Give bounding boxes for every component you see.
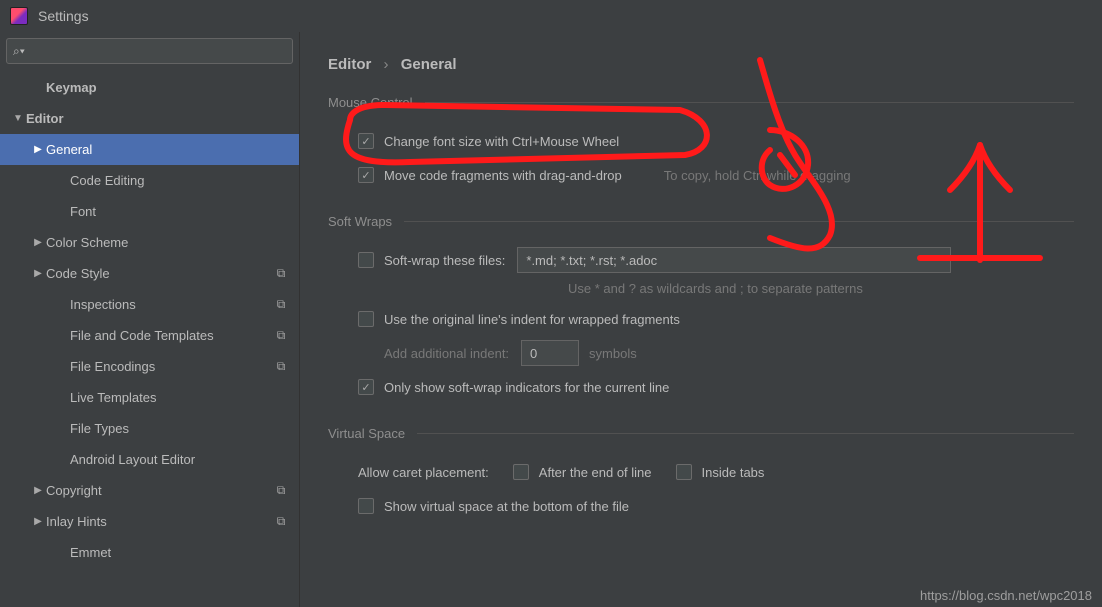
window-title: Settings	[38, 8, 89, 24]
section-title-label: Mouse Control	[328, 95, 413, 110]
label-show-virtual-space: Show virtual space at the bottom of the …	[384, 499, 629, 514]
section-title-label: Soft Wraps	[328, 214, 392, 229]
watermark: https://blog.csdn.net/wpc2018	[920, 588, 1092, 603]
sidebar-item-color-scheme[interactable]: ▶Color Scheme	[0, 227, 299, 258]
titlebar: Settings	[0, 0, 1102, 32]
checkbox-original-indent[interactable]	[358, 311, 374, 327]
breadcrumb-leaf: General	[401, 56, 457, 73]
breadcrumb: Editor › General	[328, 56, 1074, 73]
chevron-right-icon[interactable]: ▶	[30, 266, 46, 282]
project-scope-icon: ⧉	[273, 297, 289, 313]
sidebar-item-label: Editor	[26, 111, 299, 126]
sidebar-item-android-layout-editor[interactable]: Android Layout Editor	[0, 444, 299, 475]
label-soft-wrap-files: Soft-wrap these files:	[384, 253, 505, 268]
settings-search-input[interactable]	[6, 38, 293, 64]
label-original-indent: Use the original line's indent for wrapp…	[384, 312, 680, 327]
sidebar-item-label: File Encodings	[70, 359, 273, 374]
sidebar-item-label: Font	[70, 204, 299, 219]
checkbox-move-code-fragments[interactable]: ✓	[358, 167, 374, 183]
label-symbols: symbols	[589, 346, 637, 361]
soft-wrap-patterns-input[interactable]	[517, 247, 951, 273]
section-title-label: Virtual Space	[328, 426, 405, 441]
checkbox-after-eol[interactable]	[513, 464, 529, 480]
sidebar-item-copyright[interactable]: ▶Copyright⧉	[0, 475, 299, 506]
arrow-spacer	[54, 421, 70, 437]
checkbox-only-show-indicators[interactable]: ✓	[358, 379, 374, 395]
label-change-font-size: Change font size with Ctrl+Mouse Wheel	[384, 134, 619, 149]
arrow-spacer	[54, 328, 70, 344]
arrow-spacer	[54, 452, 70, 468]
checkbox-change-font-size[interactable]: ✓	[358, 133, 374, 149]
label-only-show-indicators: Only show soft-wrap indicators for the c…	[384, 380, 669, 395]
sidebar-item-font[interactable]: Font	[0, 196, 299, 227]
label-additional-indent: Add additional indent:	[384, 346, 509, 361]
sidebar-item-code-style[interactable]: ▶Code Style⧉	[0, 258, 299, 289]
project-scope-icon: ⧉	[273, 483, 289, 499]
sidebar-item-label: Inlay Hints	[46, 514, 273, 529]
sidebar-item-label: Inspections	[70, 297, 273, 312]
sidebar-item-label: Keymap	[46, 80, 299, 95]
sidebar-item-editor[interactable]: ▼Editor	[0, 103, 299, 134]
hint-hold-ctrl: To copy, hold Ctrl while dragging	[664, 168, 851, 183]
project-scope-icon: ⧉	[273, 359, 289, 375]
sidebar-item-inspections[interactable]: Inspections⧉	[0, 289, 299, 320]
sidebar-item-label: File and Code Templates	[70, 328, 273, 343]
label-after-eol: After the end of line	[539, 465, 652, 480]
chevron-right-icon[interactable]: ▶	[30, 142, 46, 158]
sidebar: Keymap▼Editor▶GeneralCode EditingFont▶Co…	[0, 32, 300, 607]
sidebar-item-keymap[interactable]: Keymap	[0, 72, 299, 103]
sidebar-item-file-and-code-templates[interactable]: File and Code Templates⧉	[0, 320, 299, 351]
arrow-spacer	[54, 173, 70, 189]
chevron-right-icon[interactable]: ▶	[30, 483, 46, 499]
checkbox-soft-wrap-files[interactable]	[358, 252, 374, 268]
label-allow-caret: Allow caret placement:	[358, 465, 489, 480]
section-virtual-space: Virtual Space	[328, 426, 1074, 441]
sidebar-item-label: Copyright	[46, 483, 273, 498]
sidebar-item-emmet[interactable]: Emmet	[0, 537, 299, 568]
content-panel: Editor › General Mouse Control ✓ Change …	[300, 32, 1102, 607]
wildcard-caption: Use * and ? as wildcards and ; to separa…	[328, 281, 1074, 296]
additional-indent-input[interactable]	[521, 340, 579, 366]
label-inside-tabs: Inside tabs	[702, 465, 765, 480]
arrow-spacer	[54, 390, 70, 406]
section-mouse-control: Mouse Control	[328, 95, 1074, 110]
sidebar-item-code-editing[interactable]: Code Editing	[0, 165, 299, 196]
sidebar-item-label: Live Templates	[70, 390, 299, 405]
arrow-spacer	[54, 204, 70, 220]
checkbox-inside-tabs[interactable]	[676, 464, 692, 480]
sidebar-item-general[interactable]: ▶General	[0, 134, 299, 165]
chevron-down-icon[interactable]: ▼	[10, 111, 26, 127]
settings-tree: Keymap▼Editor▶GeneralCode EditingFont▶Co…	[0, 70, 299, 607]
sidebar-item-file-types[interactable]: File Types	[0, 413, 299, 444]
sidebar-item-label: File Types	[70, 421, 299, 436]
breadcrumb-separator-icon: ›	[384, 56, 389, 73]
sidebar-item-label: Emmet	[70, 545, 299, 560]
sidebar-item-label: Android Layout Editor	[70, 452, 299, 467]
app-icon	[10, 7, 28, 25]
label-move-code-fragments: Move code fragments with drag-and-drop	[384, 168, 622, 183]
sidebar-item-label: General	[46, 142, 299, 157]
divider	[425, 102, 1074, 103]
arrow-spacer	[54, 545, 70, 561]
arrow-spacer	[30, 80, 46, 96]
sidebar-item-live-templates[interactable]: Live Templates	[0, 382, 299, 413]
chevron-right-icon[interactable]: ▶	[30, 514, 46, 530]
breadcrumb-root[interactable]: Editor	[328, 56, 371, 73]
sidebar-item-file-encodings[interactable]: File Encodings⧉	[0, 351, 299, 382]
arrow-spacer	[54, 297, 70, 313]
sidebar-item-label: Code Style	[46, 266, 273, 281]
arrow-spacer	[54, 359, 70, 375]
sidebar-item-label: Color Scheme	[46, 235, 299, 250]
section-soft-wraps: Soft Wraps	[328, 214, 1074, 229]
sidebar-item-inlay-hints[interactable]: ▶Inlay Hints⧉	[0, 506, 299, 537]
sidebar-item-label: Code Editing	[70, 173, 299, 188]
project-scope-icon: ⧉	[273, 514, 289, 530]
project-scope-icon: ⧉	[273, 266, 289, 282]
divider	[417, 433, 1074, 434]
divider	[404, 221, 1074, 222]
chevron-right-icon[interactable]: ▶	[30, 235, 46, 251]
project-scope-icon: ⧉	[273, 328, 289, 344]
checkbox-show-virtual-space[interactable]	[358, 498, 374, 514]
